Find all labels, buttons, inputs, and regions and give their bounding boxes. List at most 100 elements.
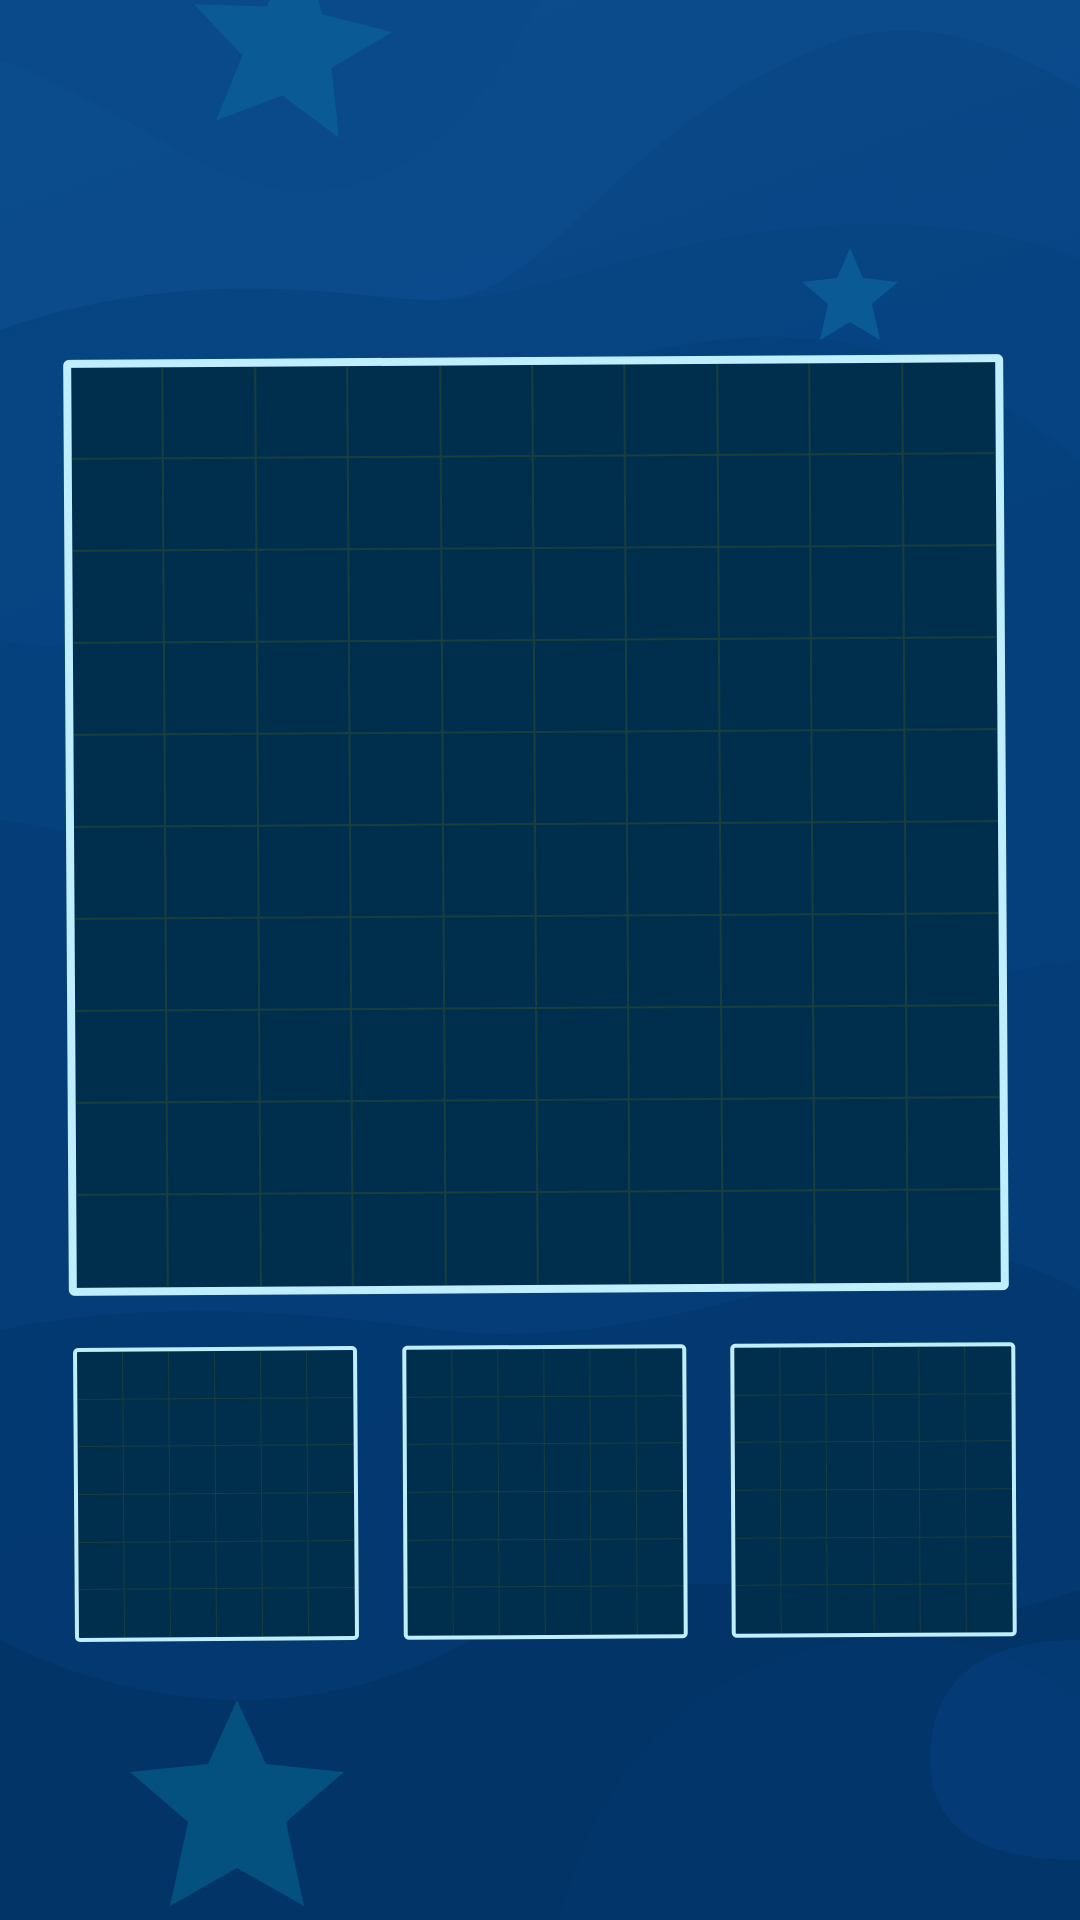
tray-cell[interactable] [306,1350,354,1399]
board-cell[interactable] [445,1100,539,1194]
tray-cell[interactable] [453,1587,500,1636]
tray-cell[interactable] [636,1491,684,1540]
tray-cell[interactable] [498,1396,545,1445]
board-cell[interactable] [537,1008,631,1101]
tray-cell[interactable] [307,1493,355,1542]
board-cell[interactable] [903,454,997,547]
board-cell[interactable] [75,1011,169,1104]
board-cell[interactable] [348,365,442,459]
tray-cell[interactable] [735,1585,782,1634]
tray-cell[interactable] [590,1348,637,1397]
board-cell[interactable] [352,1009,446,1103]
tray-cell[interactable] [966,1585,1012,1633]
board-cell[interactable] [719,639,813,732]
tray-cell[interactable] [636,1348,683,1397]
board-cell[interactable] [534,548,628,642]
tray-cell[interactable] [919,1394,966,1443]
tray-cell[interactable] [499,1539,546,1588]
board-cell[interactable] [905,730,998,823]
board-cell[interactable] [258,734,352,827]
board-cell[interactable] [536,824,629,917]
tray-cell[interactable] [544,1348,591,1397]
tray-cell[interactable] [406,1444,454,1493]
board-cell[interactable] [630,1099,724,1193]
tray-cell[interactable] [123,1351,170,1400]
board-cell[interactable] [260,1102,354,1195]
tray-cell[interactable] [590,1443,637,1492]
tray-cell[interactable] [918,1346,966,1395]
board-cell[interactable] [165,734,259,828]
board-cell[interactable] [442,641,536,734]
tray-cell[interactable] [827,1537,874,1586]
tray-cell[interactable] [780,1442,828,1491]
board-cell[interactable] [720,823,814,916]
tray-cell[interactable] [781,1585,829,1634]
board-cell[interactable] [810,454,904,548]
tray-cell[interactable] [498,1349,545,1397]
board-cell[interactable] [352,1101,446,1195]
board-cell[interactable] [258,826,352,919]
tray-cell[interactable] [873,1489,920,1538]
tray-cell[interactable] [636,1443,683,1492]
board-cell[interactable] [721,1007,815,1100]
game-board[interactable] [63,354,1009,1296]
board-cell[interactable] [164,550,258,644]
tray-cell[interactable] [545,1539,592,1588]
board-cell[interactable] [626,455,720,549]
board-cell[interactable] [255,366,349,459]
board-cell[interactable] [906,914,1000,1007]
board-cell[interactable] [165,642,259,736]
board-cell[interactable] [627,731,721,825]
tray-cell[interactable] [261,1350,308,1399]
board-cell[interactable] [719,547,813,640]
tray-cell[interactable] [78,1494,125,1543]
tray-cell[interactable] [170,1541,217,1590]
tray-cell[interactable] [637,1538,684,1587]
board-cell[interactable] [351,825,445,919]
board-cell[interactable] [722,1099,816,1192]
board-cell[interactable] [71,367,165,460]
board-cell[interactable] [261,1194,355,1287]
board-cell[interactable] [812,730,906,824]
board-cell[interactable] [813,822,907,916]
board-cell[interactable] [72,551,166,644]
tray-cell[interactable] [169,1398,216,1447]
tray-cell[interactable] [544,1396,591,1445]
tray-cell[interactable] [965,1393,1012,1442]
board-cell[interactable] [353,1193,447,1287]
tray-cell[interactable] [452,1396,499,1445]
tray-cell[interactable] [781,1490,828,1539]
board-cell[interactable] [168,1194,262,1288]
tray-cell[interactable] [735,1538,782,1587]
tray-cell[interactable] [591,1586,638,1635]
tray-cell[interactable] [78,1542,125,1591]
board-cell[interactable] [73,735,167,828]
board-cell[interactable] [628,823,722,917]
board-cell[interactable] [257,642,351,735]
tray-cell[interactable] [499,1587,546,1636]
board-cell[interactable] [444,1008,538,1102]
board-cell[interactable] [166,826,260,920]
board-cell[interactable] [256,458,350,551]
tray-cell[interactable] [872,1346,920,1395]
board-cell[interactable] [163,366,257,460]
board-cell[interactable] [351,917,445,1011]
tray-cell[interactable] [77,1351,124,1400]
tray-cell[interactable] [261,1445,308,1494]
board-cell[interactable] [720,731,814,824]
tray-cell[interactable] [169,1446,216,1495]
board-cell[interactable] [349,549,443,643]
board-cell[interactable] [537,1100,631,1193]
piece-tray-3[interactable] [730,1342,1017,1638]
board-cell[interactable] [812,638,906,732]
tray-cell[interactable] [636,1395,683,1444]
board-cell[interactable] [905,822,999,915]
board-cell[interactable] [74,919,168,1012]
board-cell[interactable] [71,459,165,552]
board-cell[interactable] [538,1192,632,1285]
tray-cell[interactable] [406,1397,453,1446]
tray-cell[interactable] [591,1539,638,1588]
board-cell[interactable] [536,916,630,1009]
tray-cell[interactable] [827,1442,874,1491]
tray-cell[interactable] [827,1585,875,1634]
